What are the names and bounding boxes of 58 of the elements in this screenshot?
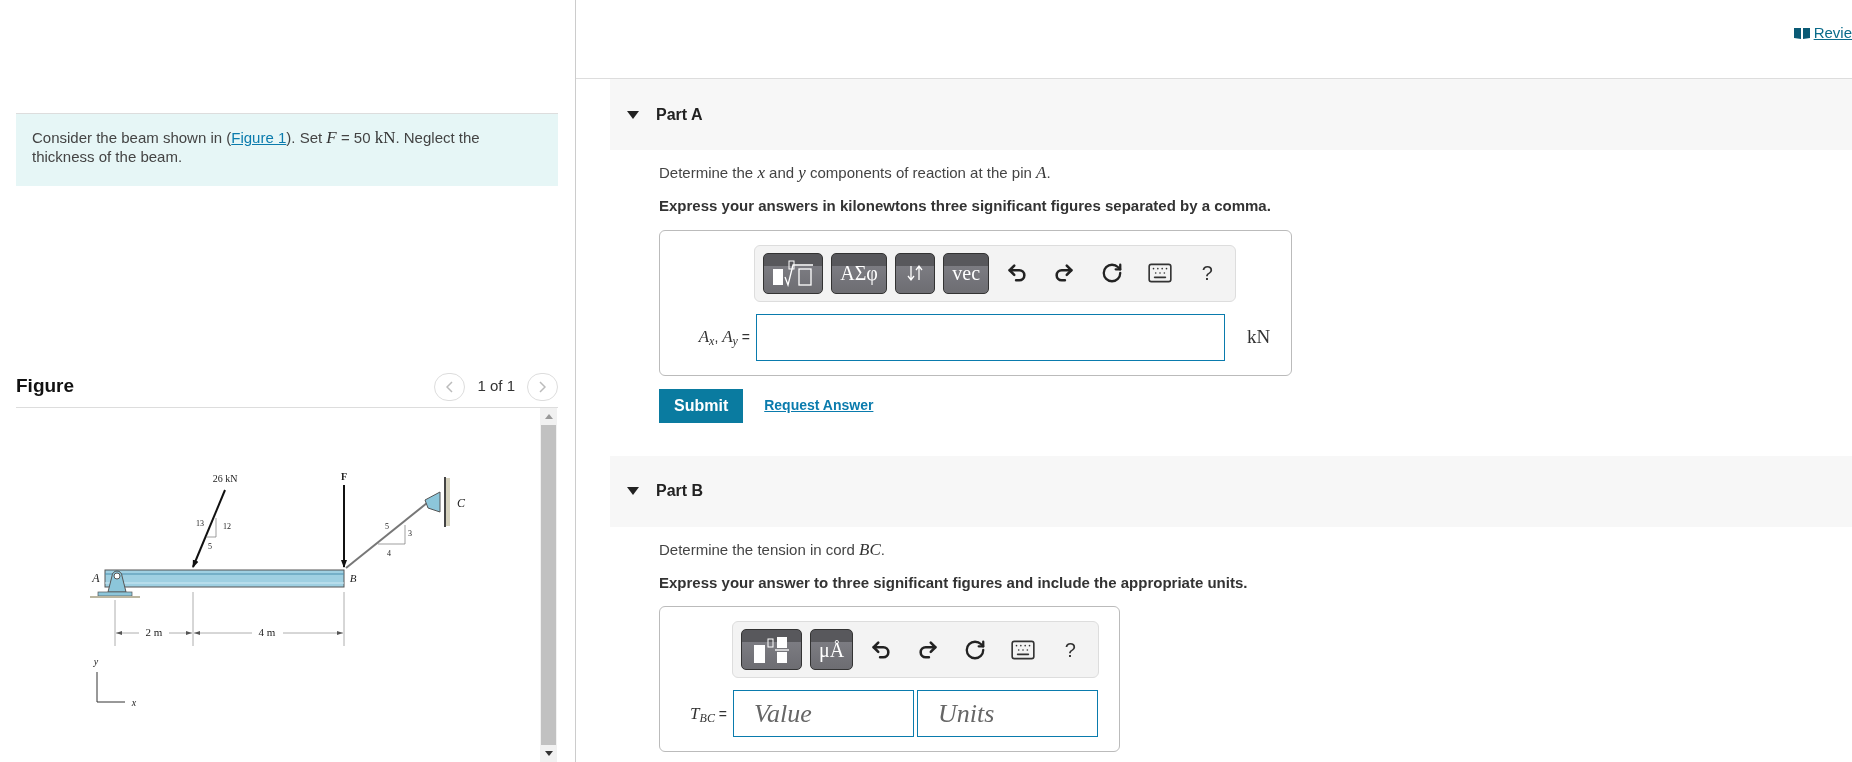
part-title: Part B xyxy=(656,481,704,501)
point-label: C xyxy=(457,496,465,510)
axis-label: y xyxy=(93,656,99,667)
26-kn-label: 26 kN xyxy=(212,473,238,484)
reset-icon xyxy=(964,638,987,661)
scroll-down-icon xyxy=(544,751,553,756)
answer-field[interactable]: Units xyxy=(917,690,1098,737)
chevron-left-icon xyxy=(446,380,454,393)
help-button[interactable]: ? xyxy=(1050,629,1091,670)
part-header[interactable]: Part A xyxy=(610,79,1852,150)
submit-button[interactable]: Submit xyxy=(659,388,744,423)
unit-label: kN xyxy=(1247,324,1271,349)
page-counter: 1 of 1 xyxy=(477,376,515,397)
answer-label: A$_{x}$, A$_{y}$ = xyxy=(697,326,751,350)
scrollbar[interactable] xyxy=(540,408,557,762)
question-text: Determine the x and y components of reaction at the pin A. xyxy=(659,162,1052,184)
instruction-text: Express your answers in kilonewtons three significant figures separated by a comma. xyxy=(659,196,1272,216)
question-text: Determine the tension in cord BC. xyxy=(659,538,886,561)
chevron-right-icon xyxy=(539,380,546,393)
dimension-label: 4 m xyxy=(258,626,276,638)
help-button[interactable]: ? xyxy=(1187,253,1227,293)
answer-label: T$_{BC}$ = xyxy=(689,702,728,727)
part-title: Part A xyxy=(656,104,703,125)
templates-button[interactable] xyxy=(741,629,803,670)
review-link[interactable]: Revie xyxy=(1793,22,1852,45)
slope-label: 5 xyxy=(208,542,212,551)
slope-label: 4 xyxy=(387,549,391,558)
symbols-button[interactable]: vec xyxy=(943,252,989,294)
axes-icon xyxy=(96,671,126,703)
undo-icon xyxy=(1005,262,1028,284)
problem-text: Consider the beam shown in (Figure 1). Set F = 50 kN. Neglect the thickness of the beam. xyxy=(16,113,558,186)
undo-icon xyxy=(869,638,892,661)
slope-label: 3 xyxy=(408,529,412,538)
answer-field[interactable] xyxy=(756,313,1225,361)
scroll-up-icon xyxy=(544,414,553,419)
slope-label: 5 xyxy=(385,522,389,531)
answer-field[interactable]: Value xyxy=(733,690,914,737)
force-label: F xyxy=(340,471,348,482)
redo-icon xyxy=(917,638,940,661)
template-icon xyxy=(771,259,816,287)
point-label: A xyxy=(92,571,100,585)
reset-icon xyxy=(1100,262,1123,284)
slope-label: 13 xyxy=(196,519,204,528)
symbols-button[interactable]: ΑΣφ xyxy=(831,252,887,294)
request-answer-link[interactable]: Request Answer xyxy=(764,395,874,416)
redo-icon xyxy=(1053,262,1076,284)
slope-label: 12 xyxy=(223,522,231,531)
point-label: B xyxy=(349,572,357,584)
templates-button[interactable] xyxy=(763,252,824,294)
axis-label: x xyxy=(131,697,137,708)
instruction-text: Express your answer to three significant figures and include the appropriate units. xyxy=(659,572,1249,593)
up-down-arrows-icon xyxy=(906,263,925,283)
book-icon xyxy=(1793,27,1810,40)
part-header[interactable]: Part B xyxy=(610,455,1852,527)
figure-heading: Figure xyxy=(16,374,75,399)
dimension-label: 2 m xyxy=(145,626,163,638)
swap-button[interactable] xyxy=(894,252,936,294)
symbols-button[interactable]: μÅ xyxy=(810,629,853,670)
